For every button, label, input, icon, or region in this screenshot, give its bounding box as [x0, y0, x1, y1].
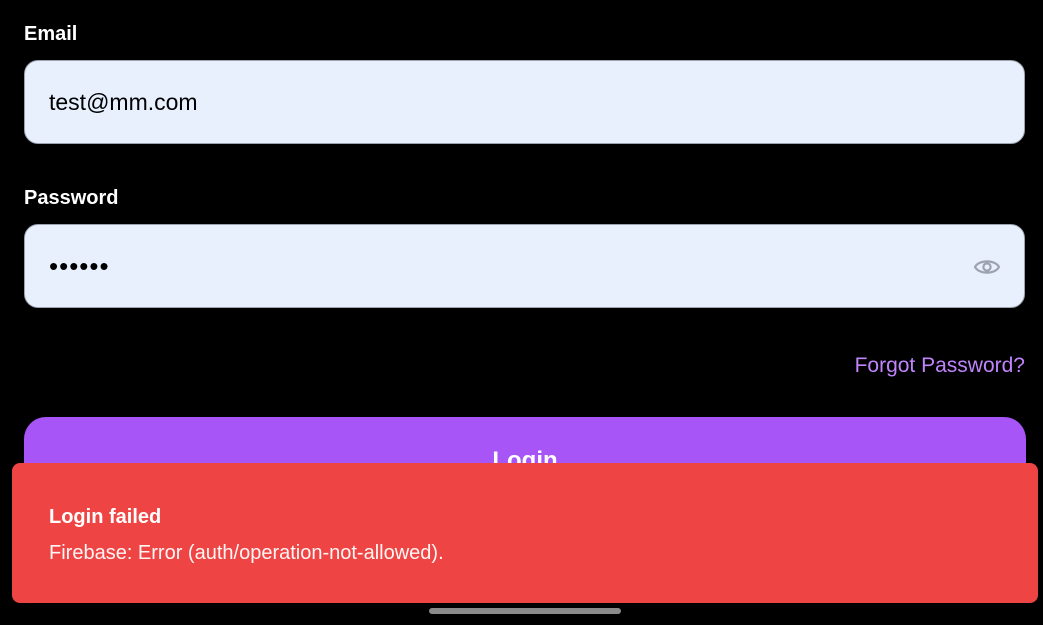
home-indicator[interactable]	[429, 608, 621, 614]
password-field-container[interactable]	[24, 224, 1025, 308]
email-field[interactable]	[49, 88, 949, 116]
password-label: Password	[24, 187, 119, 209]
error-toast[interactable]: Login failed Firebase: Error (auth/opera…	[12, 463, 1038, 603]
toast-title: Login failed	[49, 506, 162, 528]
email-label: Email	[24, 23, 78, 45]
email-field-container[interactable]	[24, 60, 1025, 144]
toast-message: Firebase: Error (auth/operation-not-allo…	[49, 542, 444, 564]
password-field[interactable]	[49, 250, 949, 282]
eye-icon[interactable]	[972, 253, 1002, 281]
eye-icon-graphic	[973, 260, 1001, 274]
forgot-password-link[interactable]: Forgot Password?	[855, 353, 1025, 379]
login-screen: Email Password Forgot Password? Login Lo…	[0, 0, 1043, 625]
